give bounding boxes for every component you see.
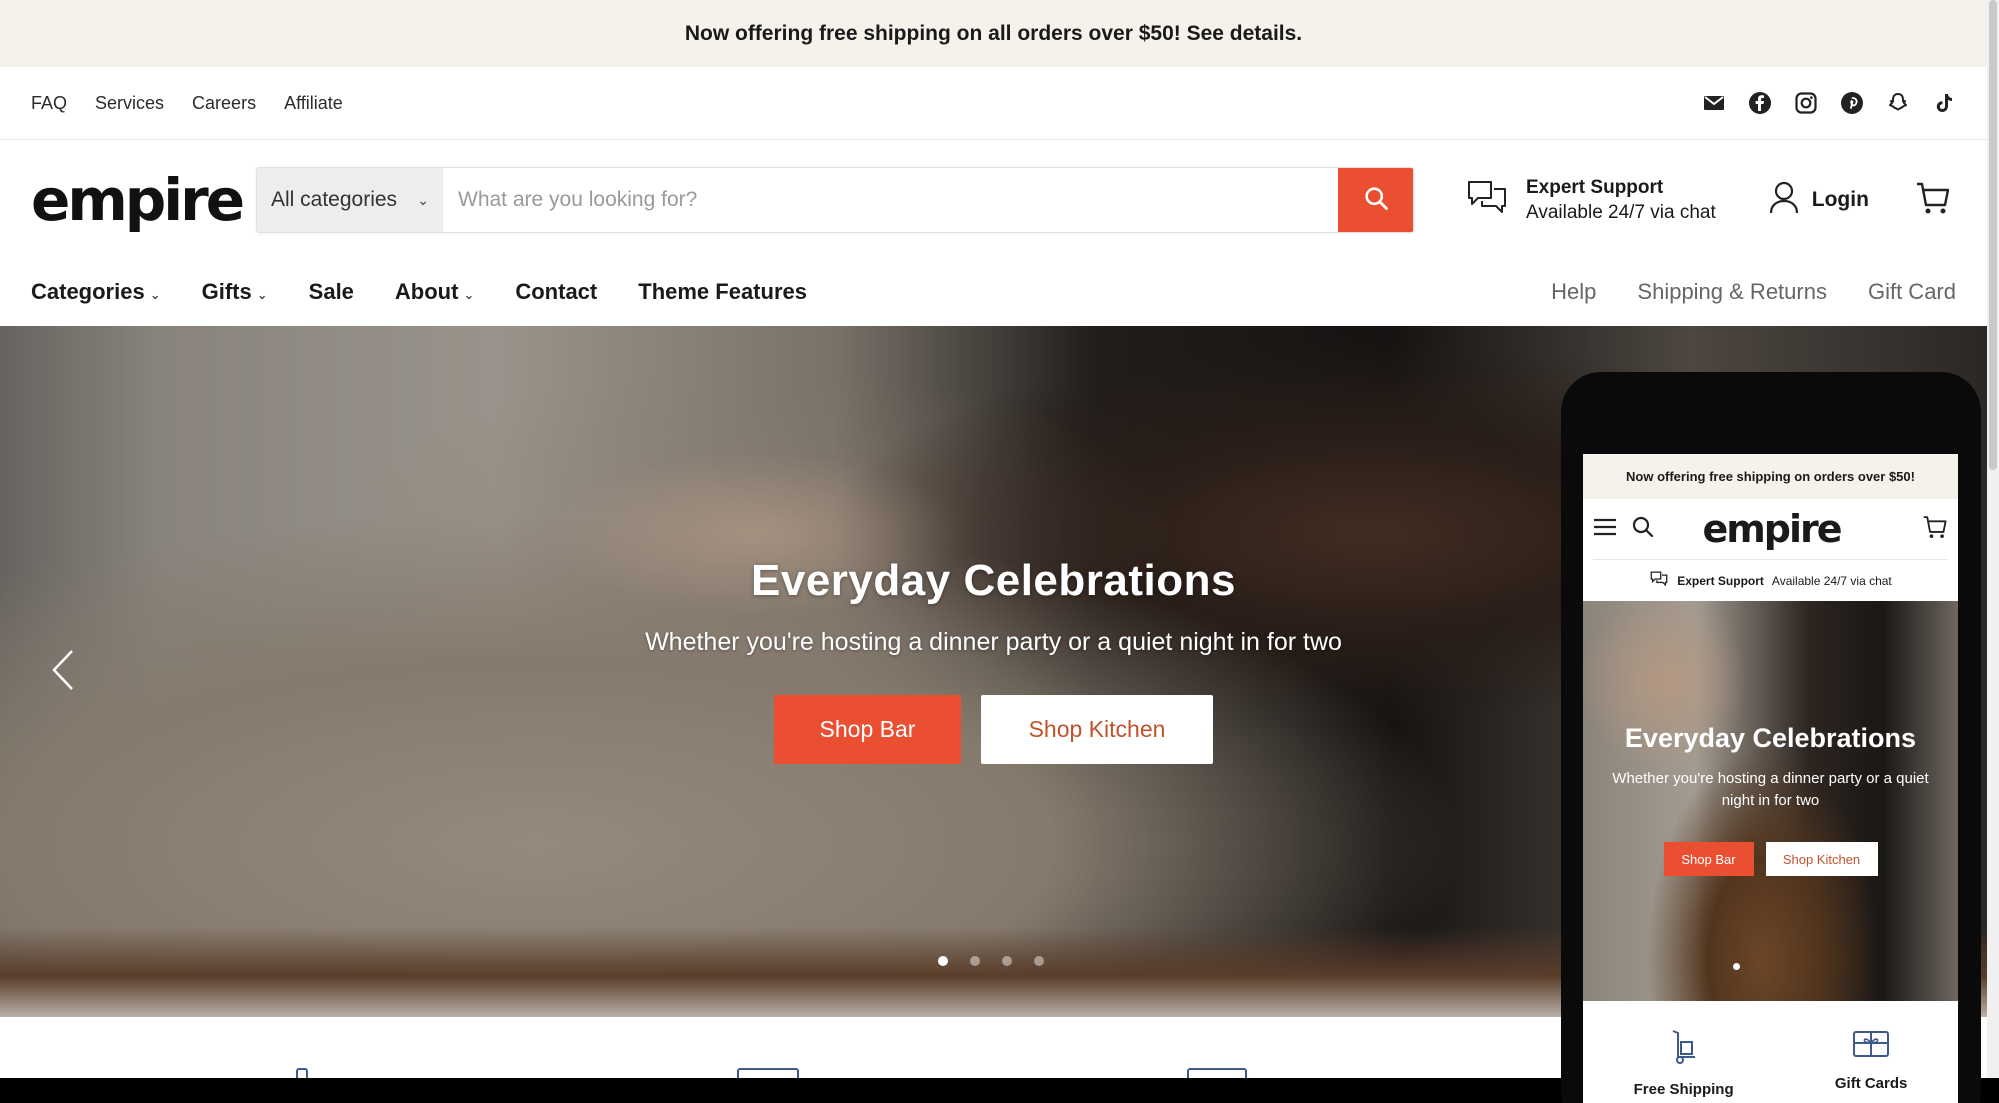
primary-nav: Categories ⌄ Gifts ⌄ Sale About ⌄ Contact T… (31, 279, 807, 305)
utility-link-faq[interactable]: FAQ (31, 93, 67, 114)
main-nav: Categories ⌄ Gifts ⌄ Sale About ⌄ Contact T… (0, 260, 1987, 333)
announcement-text[interactable]: Now offering free shipping on all orders… (685, 22, 1302, 46)
feature-free-shipping: Free Shipping (1634, 1029, 1734, 1098)
support-text: Expert Support Available 24/7 via chat (1526, 175, 1716, 225)
search-icon (1362, 184, 1390, 217)
mobile-hero-title: Everyday Celebrations (1624, 723, 1917, 753)
nav-item-categories[interactable]: Categories ⌄ (31, 279, 161, 305)
mobile-shop-bar-button[interactable]: Shop Bar (1663, 842, 1754, 876)
menu-icon[interactable] (1593, 517, 1617, 542)
chevron-down-icon: ⌄ (149, 286, 161, 302)
login-label: Login (1811, 188, 1869, 211)
nav-item-contact[interactable]: Contact (515, 279, 597, 305)
mobile-screen: Now offering free shipping on orders ove… (1583, 454, 1958, 1103)
mobile-shop-kitchen-button[interactable]: Shop Kitchen (1765, 842, 1878, 876)
expert-support[interactable]: Expert Support Available 24/7 via chat (1466, 175, 1716, 225)
cart-button[interactable] (1915, 181, 1951, 220)
site-logo[interactable]: empire (31, 166, 256, 234)
category-select[interactable]: All categories ⌄ (257, 168, 443, 232)
page-scrollbar[interactable] (1987, 0, 1999, 1078)
search-input[interactable] (443, 168, 1338, 232)
chevron-down-icon: ⌄ (417, 191, 429, 208)
utility-link-services[interactable]: Services (95, 93, 164, 114)
category-select-value: All categories (271, 188, 398, 211)
nav-item-shipping-returns[interactable]: Shipping & Returns (1637, 279, 1827, 305)
nav-item-theme-features[interactable]: Theme Features (638, 279, 807, 305)
snapchat-icon[interactable] (1886, 91, 1910, 115)
chevron-left-icon[interactable] (50, 648, 76, 702)
facebook-icon[interactable] (1748, 91, 1772, 115)
mobile-preview: Now offering free shipping on orders ove… (1561, 372, 1981, 1103)
tiktok-icon[interactable] (1932, 91, 1956, 115)
mobile-header: empire (1583, 499, 1958, 559)
slide-dot[interactable] (970, 956, 980, 966)
utility-bar: FAQ Services Careers Affiliate (0, 67, 1987, 140)
main-header: empire All categories ⌄ Expert Support A… (0, 140, 1987, 260)
search-bar: All categories ⌄ (256, 167, 1414, 233)
pinterest-icon[interactable] (1840, 91, 1864, 115)
nav-label: Categories (31, 278, 145, 304)
feature-label: Free Shipping (1633, 1081, 1734, 1098)
slide-dot[interactable] (1733, 963, 1740, 970)
mobile-hero-buttons: Shop Bar Shop Kitchen (1583, 842, 1958, 876)
chevron-down-icon: ⌄ (463, 286, 475, 302)
nav-item-sale[interactable]: Sale (309, 279, 354, 305)
feature-icon (296, 1068, 308, 1078)
mobile-announcement[interactable]: Now offering free shipping on orders ove… (1583, 454, 1958, 499)
feature-icon (737, 1068, 799, 1078)
mobile-hero-subtitle: Whether you're hosting a dinner party or… (1612, 770, 1929, 809)
nav-item-about[interactable]: About ⌄ (395, 279, 474, 305)
slide-dots (938, 956, 1044, 966)
mobile-hero: Everyday Celebrations Whether you're hos… (1583, 601, 1958, 1001)
utility-link-affiliate[interactable]: Affiliate (284, 93, 343, 114)
feature-label: Gift Cards (1834, 1075, 1908, 1092)
slide-dot[interactable] (1034, 956, 1044, 966)
support-subtitle: Available 24/7 via chat (1526, 202, 1716, 223)
instagram-icon[interactable] (1794, 91, 1818, 115)
mobile-header-left (1593, 515, 1655, 544)
gift-card-icon (1852, 1029, 1890, 1063)
chevron-down-icon: ⌄ (256, 286, 268, 302)
feature-icon (1187, 1068, 1247, 1078)
hand-truck-icon (1669, 1029, 1699, 1069)
search-button[interactable] (1338, 168, 1413, 232)
slide-dot[interactable] (938, 956, 948, 966)
nav-label: About (394, 278, 459, 304)
search-icon[interactable] (1631, 515, 1655, 544)
scrollbar-thumb[interactable] (1989, 0, 1997, 470)
shop-bar-button[interactable]: Shop Bar (774, 695, 961, 764)
login-link[interactable]: Login (1768, 180, 1869, 220)
mobile-support[interactable]: Expert Support Available 24/7 via chat (1593, 559, 1948, 601)
mobile-support-title: Expert Support (1677, 573, 1764, 588)
mobile-features: Free Shipping Gift Cards (1583, 1001, 1958, 1098)
mail-icon[interactable] (1702, 91, 1726, 115)
mobile-logo[interactable]: empire (1702, 507, 1842, 551)
slide-dot[interactable] (1002, 956, 1012, 966)
user-icon (1768, 180, 1800, 220)
nav-item-help[interactable]: Help (1551, 279, 1596, 305)
mobile-support-subtitle: Available 24/7 via chat (1771, 573, 1892, 588)
mobile-hero-content: Everyday Celebrations Whether you're hos… (1583, 723, 1958, 876)
announcement-bar: Now offering free shipping on all orders… (0, 0, 1987, 67)
nav-item-gifts[interactable]: Gifts ⌄ (202, 279, 268, 305)
support-title: Expert Support (1526, 177, 1664, 198)
utility-links: FAQ Services Careers Affiliate (31, 93, 343, 114)
chat-bubbles-icon (1649, 570, 1669, 591)
chat-bubbles-icon (1466, 177, 1508, 224)
utility-link-careers[interactable]: Careers (192, 93, 256, 114)
feature-gift-cards: Gift Cards (1834, 1029, 1908, 1098)
cart-icon[interactable] (1922, 515, 1948, 544)
cart-icon (1915, 182, 1951, 219)
social-links (1702, 91, 1956, 115)
secondary-nav: Help Shipping & Returns Gift Card (1551, 279, 1956, 305)
shop-kitchen-button[interactable]: Shop Kitchen (981, 695, 1213, 764)
nav-item-gift-card[interactable]: Gift Card (1868, 279, 1956, 305)
nav-label: Gifts (201, 278, 252, 304)
